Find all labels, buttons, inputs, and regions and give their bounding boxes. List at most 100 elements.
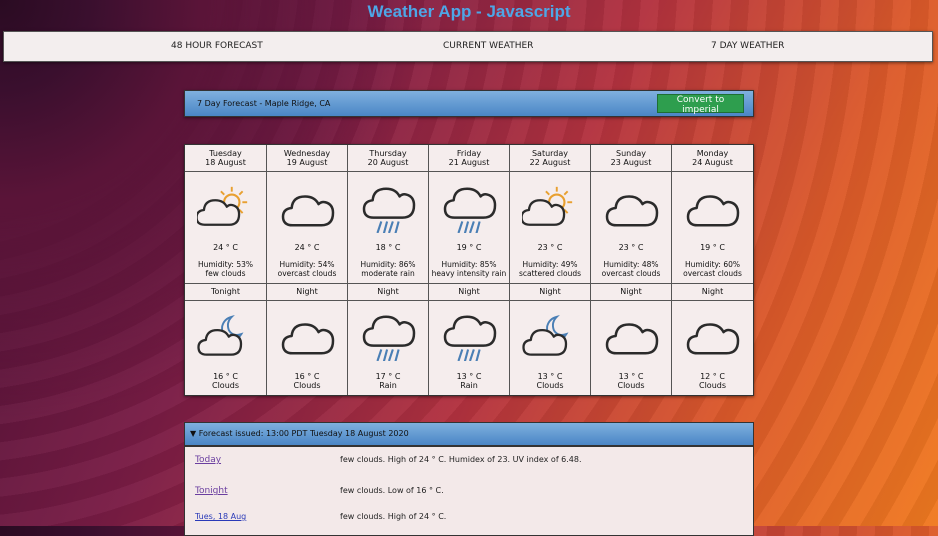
night-label: Night	[267, 283, 347, 301]
period-link-today[interactable]: Today	[195, 455, 221, 465]
day-humidity: Humidity: 86%	[360, 260, 416, 269]
day-date: 20 August	[367, 158, 409, 167]
day-weekday: Tuesday	[209, 149, 242, 158]
day-date: 22 August	[529, 158, 571, 167]
day-header: Wednesday 19 August	[267, 145, 347, 172]
nav-48-hour-forecast[interactable]: 48 HOUR FORECAST	[171, 41, 263, 51]
night-label: Tonight	[185, 283, 266, 301]
rain-cloud-icon	[360, 311, 418, 365]
period-link-tues[interactable]: Tues, 18 Aug	[195, 512, 246, 521]
day-column: Saturday 22 August 23 ° C Humidity: 49% scat…	[509, 145, 590, 395]
cloud-icon	[603, 311, 661, 363]
list-item: Tues, 18 Aug few clouds. High of 24 ° C.	[185, 512, 753, 532]
list-item: Tonight few clouds. Low of 16 ° C.	[185, 486, 753, 506]
cloud-icon	[279, 311, 337, 363]
day-temperature: 19 ° C	[456, 243, 482, 252]
day-temperature: 18 ° C	[375, 243, 401, 252]
cloud-icon	[279, 183, 337, 231]
sun-cloud-icon	[195, 183, 255, 231]
day-column: Sunday 23 August 23 ° C Humidity: 48% overca…	[590, 145, 671, 395]
day-humidity: Humidity: 49%	[522, 260, 578, 269]
day-description: scattered clouds	[518, 269, 582, 278]
night-label: Night	[510, 283, 590, 301]
day-temperature: 24 ° C	[294, 243, 320, 252]
nav-current-weather[interactable]: CURRENT WEATHER	[443, 41, 533, 51]
day-description: overcast clouds	[601, 269, 661, 278]
day-description: overcast clouds	[683, 269, 742, 278]
forecast-header-bar: 7 Day Forecast - Maple Ridge, CA Convert…	[184, 90, 754, 117]
period-text: few clouds. High of 24 ° C. Humidex of 2…	[340, 455, 582, 464]
day-column: Friday 21 August 19 ° C Humidity: 85% heavy …	[428, 145, 509, 395]
cloud-icon	[684, 183, 742, 231]
moon-cloud-icon	[197, 311, 255, 363]
night-temperature: 13 ° C	[618, 372, 644, 381]
cloud-icon	[684, 311, 742, 363]
rain-cloud-icon	[360, 183, 418, 237]
day-humidity: Humidity: 85%	[441, 260, 497, 269]
day-humidity: Humidity: 54%	[279, 260, 335, 269]
night-temperature: 13 ° C	[456, 372, 482, 381]
night-label: Night	[591, 283, 671, 301]
night-temperature: 12 ° C	[700, 372, 725, 381]
day-date: 21 August	[448, 158, 490, 167]
day-column: Monday 24 August 19 ° C Humidity: 60% overca…	[671, 145, 753, 395]
nav-7-day-weather[interactable]: 7 DAY WEATHER	[711, 41, 784, 51]
day-temperature: 24 ° C	[213, 243, 238, 252]
night-label: Night	[672, 283, 753, 301]
list-item: Today few clouds. High of 24 ° C. Humide…	[185, 455, 753, 475]
day-humidity: Humidity: 48%	[603, 260, 659, 269]
day-weekday: Wednesday	[283, 149, 331, 158]
day-description: moderate rain	[361, 269, 415, 278]
day-weekday: Saturday	[531, 149, 569, 158]
cloud-icon	[603, 183, 661, 231]
day-date: 18 August	[205, 158, 246, 167]
day-header: Thursday 20 August	[348, 145, 428, 172]
day-humidity: Humidity: 60%	[684, 260, 741, 269]
night-temperature: 16 ° C	[213, 372, 238, 381]
day-temperature: 19 ° C	[700, 243, 725, 252]
day-date: 23 August	[610, 158, 652, 167]
day-weekday: Friday	[456, 149, 482, 158]
sun-cloud-icon	[520, 183, 580, 231]
day-description: heavy intensity rain	[431, 269, 507, 278]
day-temperature: 23 ° C	[618, 243, 644, 252]
night-description: Clouds	[617, 381, 645, 390]
day-weekday: Thursday	[369, 149, 407, 158]
day-column: Wednesday 19 August 24 ° C Humidity: 54% ove…	[266, 145, 347, 395]
rain-cloud-icon	[441, 183, 499, 237]
day-date: 24 August	[692, 158, 733, 167]
day-temperature: 23 ° C	[537, 243, 563, 252]
forecast-location-title: 7 Day Forecast - Maple Ridge, CA	[197, 99, 331, 108]
period-text: few clouds. High of 24 ° C.	[340, 512, 447, 521]
night-description: Clouds	[536, 381, 564, 390]
day-weekday: Sunday	[616, 149, 646, 158]
forecast-issued-toggle[interactable]: ▼ Forecast issued: 13:00 PDT Tuesday 18 …	[184, 422, 754, 446]
period-text: few clouds. Low of 16 ° C.	[340, 486, 444, 495]
night-description: Rain	[460, 381, 478, 390]
day-header: Friday 21 August	[429, 145, 509, 172]
seven-day-grid: Tuesday 18 August 24 ° C Humidity: 53% few c…	[184, 144, 754, 396]
day-header: Monday 24 August	[672, 145, 753, 172]
text-forecast-list: Today few clouds. High of 24 ° C. Humide…	[184, 446, 754, 536]
night-label: Night	[348, 283, 428, 301]
convert-units-button[interactable]: Convert to imperial	[657, 94, 744, 115]
night-label: Night	[429, 283, 509, 301]
night-description: Clouds	[293, 381, 321, 390]
night-description: Clouds	[698, 381, 727, 390]
day-humidity: Humidity: 53%	[197, 260, 254, 269]
day-header: Tuesday 18 August	[185, 145, 266, 172]
top-navigation: 48 HOUR FORECAST CURRENT WEATHER 7 DAY W…	[3, 31, 933, 62]
day-weekday: Monday	[696, 149, 729, 158]
night-temperature: 16 ° C	[294, 372, 320, 381]
night-description: Rain	[379, 381, 397, 390]
rain-cloud-icon	[441, 311, 499, 365]
day-date: 19 August	[286, 158, 328, 167]
night-description: Clouds	[211, 381, 240, 390]
day-column: Tuesday 18 August 24 ° C Humidity: 53% few c…	[185, 145, 266, 395]
day-description: few clouds	[205, 269, 246, 278]
night-temperature: 13 ° C	[537, 372, 563, 381]
day-header: Saturday 22 August	[510, 145, 590, 172]
day-column: Thursday 20 August 18 ° C Humidity: 86% mode…	[347, 145, 428, 395]
night-temperature: 17 ° C	[375, 372, 401, 381]
period-link-tonight[interactable]: Tonight	[195, 486, 228, 496]
